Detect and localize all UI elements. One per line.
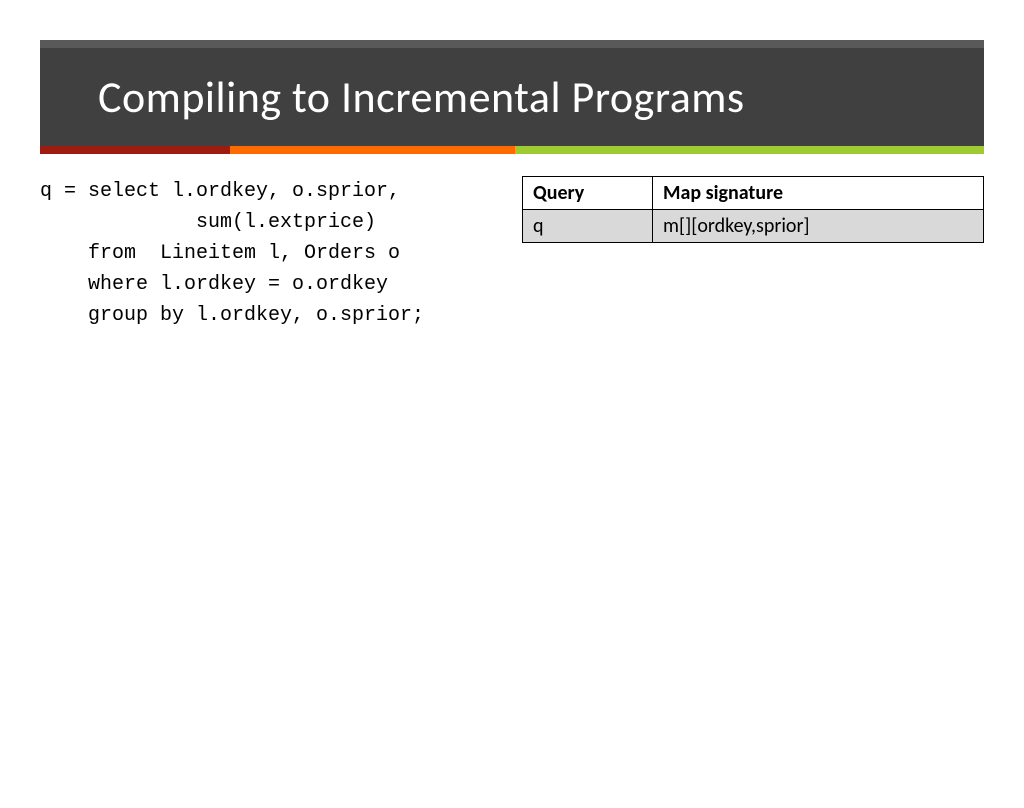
- map-signature-table: Query Map signature q m[][ordkey,sprior]: [522, 176, 984, 243]
- table-header-row: Query Map signature: [523, 177, 984, 210]
- cell-signature: m[][ordkey,sprior]: [653, 210, 984, 243]
- strip-orange: [230, 146, 515, 154]
- header-signature: Map signature: [653, 177, 984, 210]
- strip-red: [40, 146, 230, 154]
- title-bar: Compiling to Incremental Programs: [40, 48, 984, 146]
- top-accent-bar: [40, 40, 984, 48]
- code-line-3: from Lineitem l, Orders o: [40, 242, 400, 265]
- table-row: q m[][ordkey,sprior]: [523, 210, 984, 243]
- code-line-1: q = select l.ordkey, o.sprior,: [40, 180, 400, 203]
- slide-title: Compiling to Incremental Programs: [98, 70, 934, 124]
- content-area: q = select l.ordkey, o.sprior, sum(l.ext…: [40, 176, 984, 331]
- cell-query: q: [523, 210, 653, 243]
- color-strip: [40, 146, 984, 154]
- code-line-2: sum(l.extprice): [40, 211, 376, 234]
- code-line-4: where l.ordkey = o.ordkey: [40, 273, 388, 296]
- code-line-5: group by l.ordkey, o.sprior;: [40, 304, 424, 327]
- sql-code-block: q = select l.ordkey, o.sprior, sum(l.ext…: [40, 176, 500, 331]
- strip-green: [515, 146, 984, 154]
- header-query: Query: [523, 177, 653, 210]
